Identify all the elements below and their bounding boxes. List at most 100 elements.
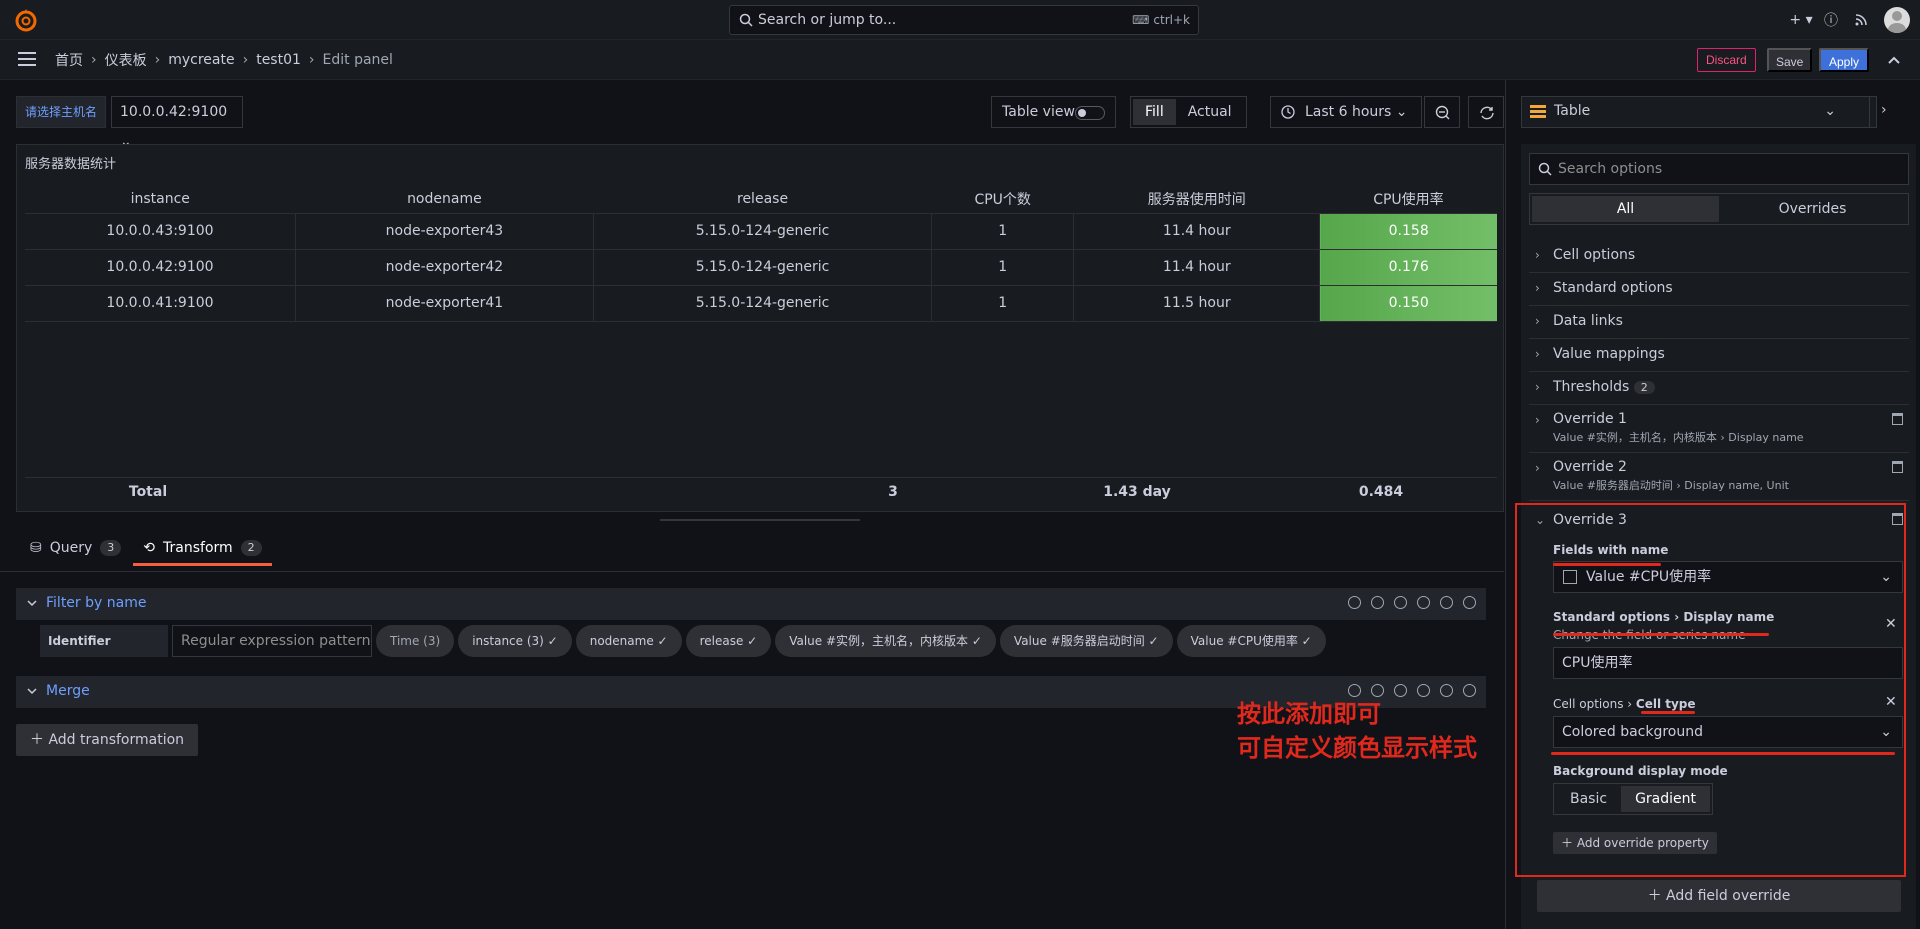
breadcrumb-bar: 首页 › 仪表板 › mycreate › test01 › Edit panel [0,40,1920,80]
section-label: Thresholds 2 [1553,379,1655,396]
chevron-right-icon: › [1535,314,1540,328]
chevron-down-icon[interactable] [26,685,38,697]
tab-count: 2 [240,540,262,556]
chevron-up-icon[interactable] [1884,50,1904,70]
trash-icon[interactable] [1440,684,1453,697]
filter-by-name-header[interactable]: Filter by name [16,588,1486,620]
section-label: Standard options [1553,280,1673,296]
grafana-logo-icon[interactable] [14,8,38,32]
field-chip[interactable]: instance (3) ✓ [458,625,572,657]
section-label: Cell options [1553,247,1636,263]
section-value-mappings[interactable]: › Value mappings [1529,339,1909,372]
tab-count: 3 [100,540,122,556]
shortcut-text: ctrl+k [1153,13,1190,27]
trash-icon[interactable] [1892,413,1903,425]
variable-select[interactable]: 10.0.0.42:9100 ⌄ [111,96,243,150]
eye-icon[interactable] [1417,596,1430,609]
annotation-highlight-box [1515,503,1906,877]
search-options-input[interactable]: Search options [1529,153,1909,185]
search-placeholder: Search or jump to... [758,12,897,28]
actual-option[interactable]: Actual [1176,99,1244,125]
table-cell: 1 [931,213,1075,250]
data-table: instance nodename release CPU个数 服务器使用时间 … [25,185,1497,322]
drag-handle-icon[interactable] [1463,596,1476,609]
tab-transform[interactable]: ⟲ Transform 2 [133,540,272,566]
visualization-picker[interactable]: Table ⌄ [1521,96,1877,128]
column-header[interactable]: 服务器使用时间 [1073,185,1320,214]
column-header[interactable]: CPU使用率 [1319,185,1497,214]
field-chip[interactable]: Time (3) [376,625,455,657]
zoom-out-button[interactable] [1424,96,1460,128]
filter-icon[interactable] [1371,596,1384,609]
breadcrumb-current: Edit panel [322,52,393,68]
user-avatar[interactable] [1884,7,1910,33]
breadcrumb-dashboards[interactable]: 仪表板 [105,50,147,70]
field-chip[interactable]: release ✓ [685,625,772,657]
column-header[interactable]: instance [25,185,296,214]
filter-icon[interactable] [1371,684,1384,697]
add-transformation-label: Add transformation [48,732,185,748]
debug-icon[interactable] [1394,684,1407,697]
save-button[interactable]: Save [1767,48,1813,72]
tab-query[interactable]: ⛁ Query 3 [30,540,122,566]
field-chip[interactable]: Value #CPU使用率 ✓ [1176,625,1326,657]
table-cell: node-exporter43 [295,213,594,250]
chevron-down-icon[interactable] [26,597,38,609]
toggle-switch[interactable] [1075,106,1105,120]
section-thresholds[interactable]: › Thresholds 2 [1529,372,1909,405]
column-header[interactable]: CPU个数 [931,185,1074,214]
news-feed-icon[interactable] [1846,5,1876,35]
add-new-icon[interactable]: + ▾ [1786,5,1816,35]
menu-icon[interactable] [18,52,36,66]
zoom-out-icon [1435,105,1450,120]
column-header[interactable]: release [593,185,932,214]
global-search-input[interactable]: Search or jump to... ⌨ ctrl+k [729,5,1199,35]
pane-resize-handle[interactable] [660,519,860,521]
apply-button[interactable]: Apply [1819,48,1870,72]
trash-icon[interactable] [1440,596,1453,609]
add-transformation-button[interactable]: ＋ Add transformation [16,724,199,756]
tab-overrides[interactable]: Overrides [1719,196,1906,222]
breadcrumb-home[interactable]: 首页 [55,50,83,70]
breadcrumb-dashboard[interactable]: test01 [256,52,301,68]
footer-uptime: 1.43 day [1103,484,1171,500]
table-view-toggle[interactable]: Table view [991,96,1116,128]
section-override-2[interactable]: › Override 2 Value #服务器启动时间 › Display name… [1529,453,1909,501]
field-chip[interactable]: Value #实例，主机名，内核版本 ✓ [775,625,996,657]
section-data-links[interactable]: › Data links [1529,306,1909,339]
time-range-picker[interactable]: Last 6 hours ⌄ [1270,96,1422,128]
breadcrumb-folder[interactable]: mycreate [168,52,234,68]
regex-input[interactable]: Regular expression pattern [172,625,372,657]
info-icon[interactable] [1348,684,1361,697]
table-viz-icon [1530,105,1546,119]
add-field-override-button[interactable]: ＋ Add field override [1537,880,1901,912]
trash-icon[interactable] [1892,461,1903,473]
help-icon[interactable]: ⓘ [1816,5,1846,35]
fill-option[interactable]: Fill [1133,99,1176,125]
field-chip[interactable]: nodename ✓ [575,625,682,657]
search-icon [1538,162,1552,176]
pane-divider[interactable] [1505,80,1506,929]
refresh-button[interactable] [1468,96,1504,128]
info-icon[interactable] [1348,596,1361,609]
thresholds-count: 2 [1633,381,1655,394]
drag-handle-icon[interactable] [1463,684,1476,697]
table-cell: node-exporter42 [295,249,594,286]
tab-label: Transform [163,540,233,556]
debug-icon[interactable] [1394,596,1407,609]
options-filter-tabs: All Overrides [1529,193,1909,225]
eye-icon[interactable] [1417,684,1430,697]
section-cell-options[interactable]: › Cell options [1529,240,1909,273]
discard-button[interactable]: Discard [1697,48,1756,72]
section-override-1[interactable]: › Override 1 Value #实例，主机名，内核版本 › Display … [1529,405,1909,453]
column-header[interactable]: nodename [295,185,594,214]
breadcrumb: 首页 › 仪表板 › mycreate › test01 › Edit panel [55,50,393,70]
tab-all[interactable]: All [1532,196,1719,222]
chevron-right-icon: › [1535,380,1540,394]
section-standard-options[interactable]: › Standard options [1529,273,1909,306]
field-chip[interactable]: Value #服务器启动时间 ✓ [999,625,1173,657]
chevron-right-icon[interactable]: › [1869,96,1901,128]
table-cell: 1 [931,285,1075,322]
footer-cpu-count: 3 [888,484,898,500]
database-icon: ⛁ [30,540,42,556]
